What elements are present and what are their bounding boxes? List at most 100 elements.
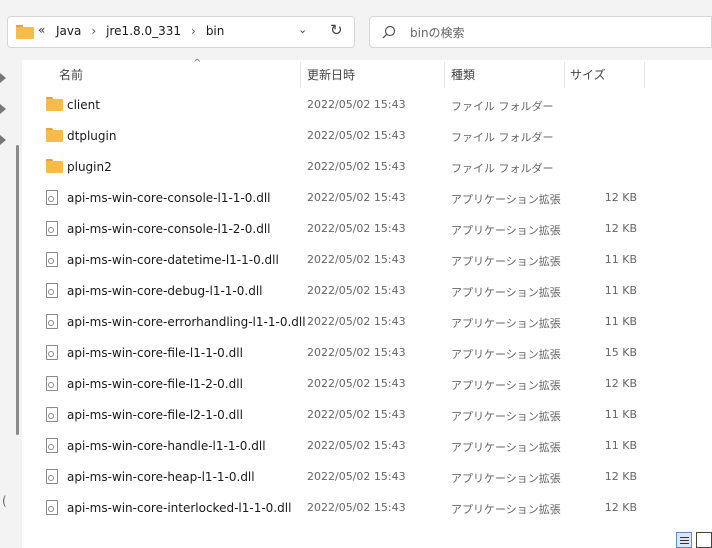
file-type: アプリケーション拡張	[451, 472, 561, 485]
file-name: plugin2	[67, 160, 112, 174]
details-view-icon[interactable]	[676, 532, 692, 548]
column-type[interactable]: 種類	[451, 66, 475, 83]
table-row[interactable]: api-ms-win-core-datetime-l1-1-0.dll 2022/…	[22, 245, 712, 276]
file-name: api-ms-win-core-debug-l1-1-0.dll	[67, 284, 263, 298]
dll-file-icon	[46, 314, 58, 329]
nav-scrollbar[interactable]	[16, 145, 19, 435]
file-type: アプリケーション拡張	[451, 348, 561, 361]
dll-file-icon	[46, 221, 58, 236]
column-divider[interactable]	[300, 62, 301, 88]
file-date: 2022/05/02 15:43	[307, 129, 406, 142]
file-type: アプリケーション拡張	[451, 317, 561, 330]
file-size: 11 KB	[604, 315, 637, 328]
large-icons-view-icon[interactable]	[696, 532, 712, 548]
breadcrumb-jre[interactable]: jre1.8.0_331	[102, 24, 185, 38]
dll-file-icon	[46, 438, 58, 453]
file-name: api-ms-win-core-console-l1-1-0.dll	[67, 191, 271, 205]
file-name: client	[67, 98, 100, 112]
chevron-right-icon[interactable]: ›	[85, 24, 102, 38]
file-type: ファイル フォルダー	[451, 131, 554, 144]
table-row[interactable]: api-ms-win-core-file-l1-1-0.dll 2022/05/0…	[22, 338, 712, 369]
file-size: 11 KB	[604, 439, 637, 452]
dll-file-icon	[46, 469, 58, 484]
search-icon	[382, 25, 396, 39]
table-row[interactable]: api-ms-win-core-file-l1-2-0.dll 2022/05/0…	[22, 369, 712, 400]
table-row[interactable]: api-ms-win-core-errorhandling-l1-1-0.dll…	[22, 307, 712, 338]
file-type: アプリケーション拡張	[451, 255, 561, 268]
dll-file-icon	[46, 500, 58, 515]
file-date: 2022/05/02 15:43	[307, 284, 406, 297]
search-box[interactable]	[369, 16, 712, 48]
file-name: api-ms-win-core-file-l2-1-0.dll	[67, 408, 243, 422]
file-size: 12 KB	[604, 222, 637, 235]
file-type: アプリケーション拡張	[451, 193, 561, 206]
breadcrumb-java[interactable]: Java	[52, 24, 85, 38]
overflow-crumbs-icon[interactable]: «	[38, 23, 45, 37]
table-row[interactable]: api-ms-win-core-debug-l1-1-0.dll 2022/05/…	[22, 276, 712, 307]
file-type: アプリケーション拡張	[451, 379, 561, 392]
table-row[interactable]: api-ms-win-core-console-l1-2-0.dll 2022/0…	[22, 214, 712, 245]
column-size[interactable]: サイズ	[570, 66, 606, 83]
folder-icon	[46, 159, 63, 173]
table-row[interactable]: dtplugin 2022/05/02 15:43 ファイル フォルダー	[22, 121, 712, 152]
dll-file-icon	[46, 190, 58, 205]
folder-icon	[46, 97, 63, 111]
column-divider[interactable]	[444, 62, 445, 88]
file-date: 2022/05/02 15:43	[307, 191, 406, 204]
column-divider[interactable]	[564, 62, 565, 88]
file-size: 12 KB	[604, 377, 637, 390]
table-row[interactable]: client 2022/05/02 15:43 ファイル フォルダー	[22, 90, 712, 121]
file-size: 12 KB	[604, 470, 637, 483]
file-date: 2022/05/02 15:43	[307, 160, 406, 173]
address-bar[interactable]: « Java › jre1.8.0_331 › bin ⌄ ↻	[7, 16, 355, 48]
dll-file-icon	[46, 376, 58, 391]
view-switcher	[676, 530, 712, 548]
dll-file-icon	[46, 345, 58, 360]
expand-arrow-icon[interactable]	[0, 135, 6, 145]
file-date: 2022/05/02 15:43	[307, 222, 406, 235]
file-name: api-ms-win-core-file-l1-1-0.dll	[67, 346, 243, 360]
table-row[interactable]: api-ms-win-core-console-l1-1-0.dll 2022/0…	[22, 183, 712, 214]
table-row[interactable]: plugin2 2022/05/02 15:43 ファイル フォルダー	[22, 152, 712, 183]
file-name: api-ms-win-core-datetime-l1-1-0.dll	[67, 253, 279, 267]
file-name: dtplugin	[67, 129, 117, 143]
file-type: アプリケーション拡張	[451, 441, 561, 454]
dll-file-icon	[46, 252, 58, 267]
file-type: ファイル フォルダー	[451, 162, 554, 175]
search-input[interactable]	[408, 23, 702, 43]
file-list: client 2022/05/02 15:43 ファイル フォルダー dtplugin…	[22, 90, 712, 524]
file-type: アプリケーション拡張	[451, 410, 561, 423]
file-date: 2022/05/02 15:43	[307, 470, 406, 483]
sort-ascending-icon: ^	[193, 58, 202, 69]
file-size: 11 KB	[604, 408, 637, 421]
chevron-down-icon[interactable]: ⌄	[298, 23, 307, 36]
file-type: アプリケーション拡張	[451, 286, 561, 299]
refresh-icon[interactable]: ↻	[330, 21, 343, 39]
file-type: ファイル フォルダー	[451, 100, 554, 113]
toolbar: « Java › jre1.8.0_331 › bin ⌄ ↻	[0, 0, 712, 60]
table-row[interactable]: api-ms-win-core-interlocked-l1-1-0.dll 20…	[22, 493, 712, 524]
file-type: アプリケーション拡張	[451, 503, 561, 516]
folder-icon	[46, 128, 63, 142]
file-name: api-ms-win-core-interlocked-l1-1-0.dll	[67, 501, 292, 515]
nav-partial-item[interactable]: (	[2, 494, 7, 508]
column-divider[interactable]	[644, 62, 645, 88]
breadcrumb-bin[interactable]: bin	[202, 24, 229, 38]
file-size: 12 KB	[604, 501, 637, 514]
file-date: 2022/05/02 15:43	[307, 377, 406, 390]
file-size: 11 KB	[604, 253, 637, 266]
file-type: アプリケーション拡張	[451, 224, 561, 237]
chevron-right-icon[interactable]: ›	[185, 24, 202, 38]
expand-arrow-icon[interactable]	[0, 104, 6, 114]
column-name[interactable]: 名前	[59, 66, 83, 83]
file-date: 2022/05/02 15:43	[307, 439, 406, 452]
table-row[interactable]: api-ms-win-core-handle-l1-1-0.dll 2022/05…	[22, 431, 712, 462]
file-name: api-ms-win-core-handle-l1-1-0.dll	[67, 439, 266, 453]
expand-arrow-icon[interactable]	[0, 73, 6, 83]
column-header: ^ 名前 更新日時 種類 サイズ	[22, 58, 712, 88]
table-row[interactable]: api-ms-win-core-file-l2-1-0.dll 2022/05/0…	[22, 400, 712, 431]
table-row[interactable]: api-ms-win-core-heap-l1-1-0.dll 2022/05/0…	[22, 462, 712, 493]
dll-file-icon	[46, 407, 58, 422]
file-name: api-ms-win-core-console-l1-2-0.dll	[67, 222, 271, 236]
column-date[interactable]: 更新日時	[307, 66, 355, 83]
